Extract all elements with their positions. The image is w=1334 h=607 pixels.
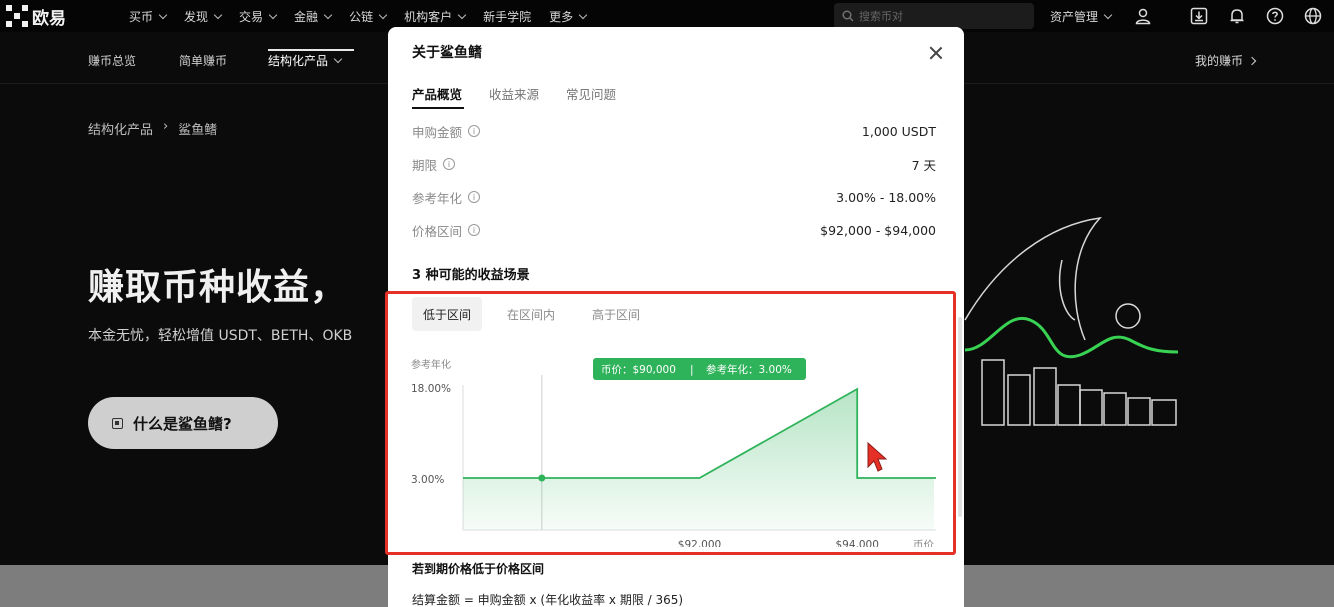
help-icon[interactable] [1265, 6, 1285, 26]
sharkfin-modal: 关于鲨鱼鳍 产品概览 收益来源 常见问题 申购金额 i 1,000 USDT 期限… [388, 27, 964, 607]
modal-title: 关于鲨鱼鳍 [412, 45, 482, 61]
scenario-tab-within[interactable]: 在区间内 [496, 297, 566, 331]
breadcrumb: 结构化产品 › 鲨鱼鳍 [88, 119, 217, 138]
download-icon[interactable] [1189, 6, 1209, 26]
chevron-down-icon [333, 54, 343, 64]
nav-item-academy[interactable]: 新手学院 [474, 8, 540, 25]
close-icon[interactable] [928, 45, 944, 61]
tab-yield-source[interactable]: 收益来源 [489, 84, 539, 103]
x-tick-label: $94,000 [835, 539, 878, 547]
shark-fin-illustration [964, 216, 1179, 426]
info-value: $92,000 - $94,000 [820, 222, 936, 238]
tooltip-price-label: 币价：$90,000 [601, 364, 676, 376]
y-axis-label: 参考年化 [411, 358, 451, 371]
okx-logo-icon [6, 5, 28, 27]
search-input[interactable]: 搜索币对 [834, 3, 1034, 29]
nav-item-trade[interactable]: 交易 [230, 8, 285, 25]
subnav-active-indicator [268, 49, 354, 51]
tooltip-separator: | [690, 364, 694, 376]
scenario-tab-above[interactable]: 高于区间 [581, 297, 651, 331]
breadcrumb-separator: › [163, 119, 169, 134]
my-earn-link[interactable]: 我的赚币 [1195, 52, 1257, 69]
info-value: 3.00% - 18.00% [836, 189, 936, 205]
info-row-amount: 申购金额 i 1,000 USDT [412, 123, 936, 140]
tab-overview[interactable]: 产品概览 [412, 84, 462, 103]
tab-faq[interactable]: 常见问题 [566, 84, 616, 103]
info-value: 7 天 [911, 157, 936, 173]
x-tick-label: $92,000 [678, 539, 721, 547]
nav-item-finance[interactable]: 金融 [285, 8, 340, 25]
tooltip-yield-label: 参考年化：3.00% [706, 363, 792, 376]
nav-item-chain[interactable]: 公链 [340, 8, 395, 25]
x-axis-label: 币价 [913, 539, 934, 547]
bell-icon[interactable] [1227, 6, 1247, 26]
breadcrumb-parent[interactable]: 结构化产品 [88, 119, 153, 138]
nav-item-more[interactable]: 更多 [540, 8, 595, 25]
chevron-down-icon [213, 10, 223, 19]
settlement-formula: 结算金额 = 申购金额 x (年化收益率 x 期限 / 365) [412, 593, 684, 607]
search-placeholder: 搜索币对 [859, 10, 903, 23]
info-circle-icon[interactable]: i [468, 224, 481, 236]
hero-title: 赚取币种收益， [88, 267, 348, 308]
chevron-down-icon [378, 10, 388, 19]
subnav-item-simple-earn[interactable]: 简单赚币 [179, 52, 227, 69]
globe-icon[interactable] [1303, 6, 1323, 26]
chart-tooltip: 币价：$90,000 | 参考年化：3.00% [593, 358, 806, 380]
y-tick-label: 18.00% [411, 383, 451, 395]
scenario-result-title: 若到期价格低于价格区间 [412, 562, 545, 576]
info-row-apr: 参考年化 i 3.00% - 18.00% [412, 189, 936, 206]
brand-name: 欧易 [32, 8, 66, 29]
what-is-sharkfin-button[interactable]: 什么是鲨鱼鳍? [88, 397, 278, 449]
scenario-tab-below[interactable]: 低于区间 [412, 297, 483, 331]
chevron-down-icon [1103, 10, 1113, 19]
subnav-item-overview[interactable]: 赚币总览 [88, 52, 136, 69]
info-row-term: 期限 i 7 天 [412, 154, 936, 174]
info-circle-icon[interactable]: i [468, 125, 481, 137]
chevron-down-icon [158, 10, 168, 19]
chevron-down-icon [268, 10, 278, 19]
chevron-down-icon [457, 10, 467, 19]
info-row-price-range: 价格区间 i $92,000 - $94,000 [412, 222, 936, 239]
y-tick-label: 3.00% [411, 474, 444, 486]
nav-item-assets[interactable]: 资产管理 [1050, 8, 1113, 25]
info-circle-icon[interactable]: i [443, 158, 456, 170]
nav-item-buy[interactable]: 买币 [120, 8, 175, 25]
scrollbar-track[interactable] [958, 317, 962, 517]
breadcrumb-current: 鲨鱼鳍 [178, 123, 218, 138]
brand-logo[interactable]: 欧易 [0, 4, 120, 29]
mouse-cursor-icon [867, 441, 888, 472]
info-circle-icon[interactable]: i [468, 191, 481, 203]
chevron-right-icon [1247, 56, 1257, 65]
search-icon [842, 10, 854, 22]
info-value: 1,000 USDT [861, 123, 936, 139]
hero-subtitle: 本金无忧，轻松增值 USDT、BETH、OKB [88, 328, 353, 344]
scenario-title: 3 种可能的收益场景 [412, 268, 530, 283]
chevron-down-icon [578, 10, 588, 19]
nav-item-discover[interactable]: 发现 [175, 8, 230, 25]
chevron-down-icon [323, 10, 333, 19]
price-marker[interactable] [538, 474, 546, 482]
info-square-icon [112, 417, 123, 429]
nav-item-institutional[interactable]: 机构客户 [395, 8, 474, 25]
active-tab-indicator [412, 107, 464, 109]
subnav-item-structured[interactable]: 结构化产品 [268, 52, 343, 69]
user-icon[interactable] [1133, 6, 1153, 26]
